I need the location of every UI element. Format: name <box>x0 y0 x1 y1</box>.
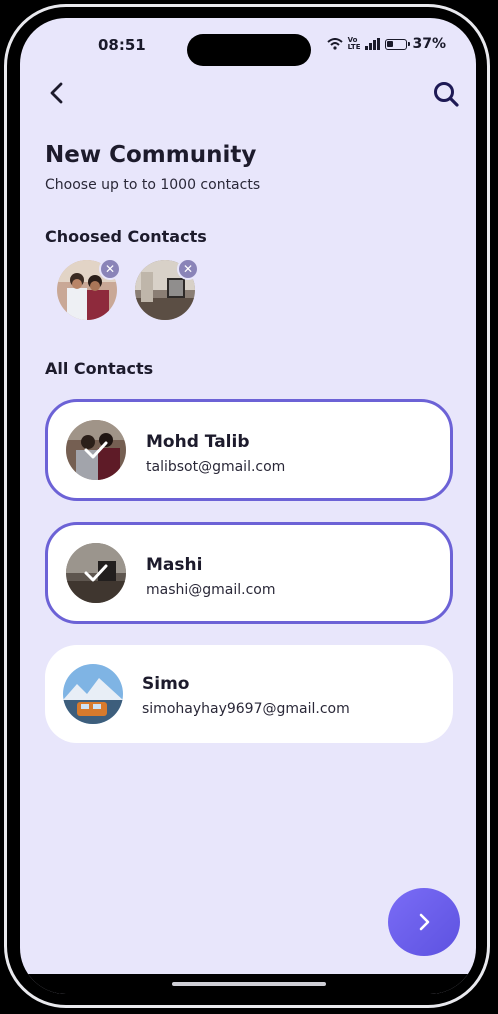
chevron-right-icon <box>419 913 430 931</box>
chosen-contact[interactable]: ✕ <box>57 258 121 320</box>
battery-icon <box>385 38 411 50</box>
contact-card-mohd-talib[interactable]: Mohd Talib talibsot@gmail.com <box>45 399 453 501</box>
check-icon <box>66 543 126 603</box>
page-subtitle: Choose up to to 1000 contacts <box>45 177 261 193</box>
avatar <box>66 420 126 480</box>
contact-email: simohayhay9697@gmail.com <box>142 701 350 717</box>
home-indicator[interactable] <box>172 982 326 986</box>
chosen-contact[interactable]: ✕ <box>135 258 199 320</box>
battery-percent: 37% <box>412 36 446 52</box>
chosen-contacts-list: ✕ ✕ <box>57 258 199 320</box>
next-button[interactable] <box>388 888 460 956</box>
status-time: 08:51 <box>98 36 146 54</box>
contact-email: mashi@gmail.com <box>146 582 276 598</box>
app-screen: 08:51 Vo LTE 37% New Community Choose up … <box>20 18 476 994</box>
search-icon <box>434 82 459 107</box>
close-icon: ✕ <box>182 262 194 276</box>
contact-name: Simo <box>142 674 190 694</box>
status-icons: Vo LTE 37% <box>326 36 446 52</box>
back-button[interactable] <box>44 80 70 106</box>
contact-name: Mohd Talib <box>146 432 250 452</box>
avatar <box>63 664 123 724</box>
check-icon <box>66 420 126 480</box>
close-icon: ✕ <box>104 262 116 276</box>
avatar <box>66 543 126 603</box>
chevron-left-icon <box>50 82 63 104</box>
contact-name: Mashi <box>146 555 203 575</box>
page-title: New Community <box>45 142 257 168</box>
signal-icon <box>365 38 381 50</box>
contact-card-simo[interactable]: Simo simohayhay9697@gmail.com <box>45 645 453 743</box>
chosen-contacts-heading: Choosed Contacts <box>45 227 207 246</box>
status-bar: 08:51 Vo LTE 37% <box>20 18 476 68</box>
volte-icon: Vo LTE <box>347 36 361 51</box>
wifi-icon <box>326 38 343 50</box>
all-contacts-heading: All Contacts <box>45 359 154 378</box>
search-button[interactable] <box>432 80 460 108</box>
remove-contact-button[interactable]: ✕ <box>99 258 121 280</box>
contact-email: talibsot@gmail.com <box>146 459 286 475</box>
dynamic-island <box>187 34 311 66</box>
contact-card-mashi[interactable]: Mashi mashi@gmail.com <box>45 522 453 624</box>
remove-contact-button[interactable]: ✕ <box>177 258 199 280</box>
